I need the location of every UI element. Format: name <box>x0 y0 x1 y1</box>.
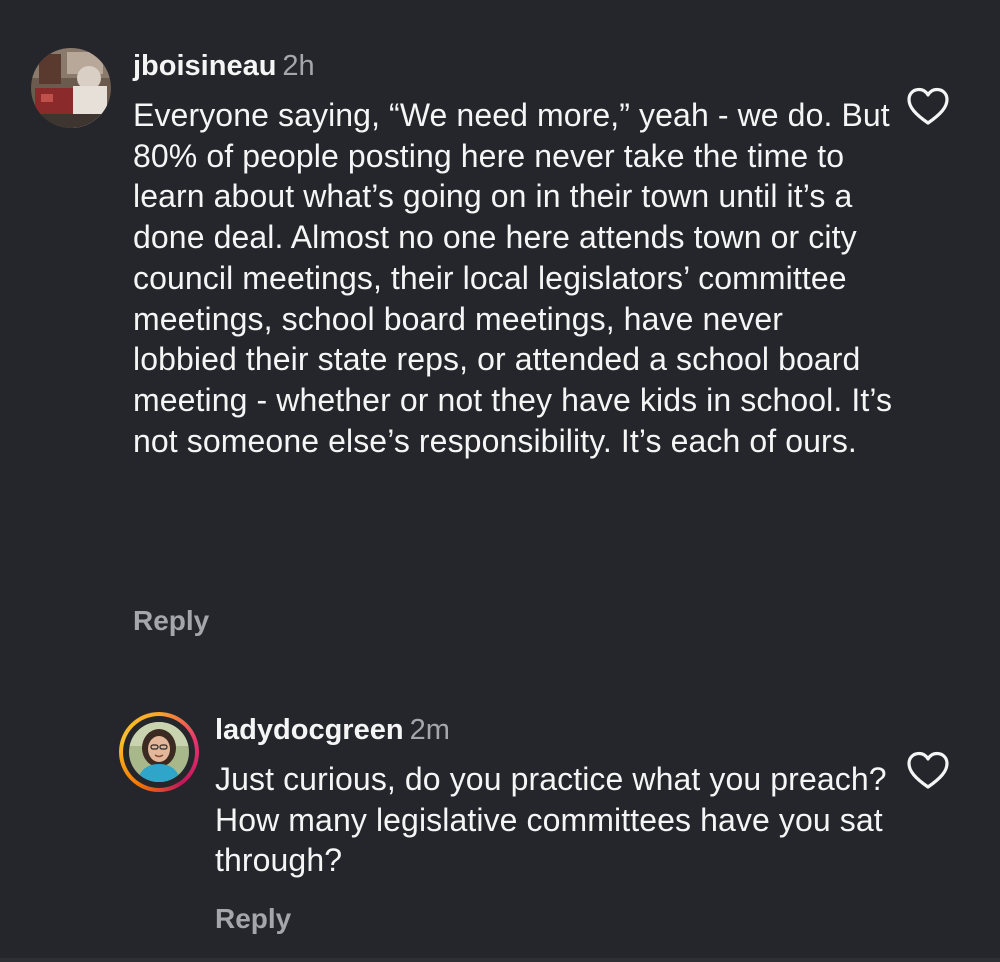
divider <box>0 958 1000 962</box>
avatar-photo <box>31 48 111 128</box>
avatar-photo <box>129 722 189 782</box>
avatar[interactable] <box>129 722 189 782</box>
comment-text: Just curious, do you practice what you p… <box>215 761 887 879</box>
avatar[interactable] <box>31 48 111 128</box>
comment-header: ladydocgreen 2m <box>215 713 450 747</box>
heart-outline-icon[interactable] <box>907 87 949 127</box>
comment-text: Everyone saying, “We need more,” yeah - … <box>133 97 893 459</box>
username[interactable]: jboisineau <box>133 50 276 82</box>
heart-outline-icon[interactable] <box>907 751 949 791</box>
timestamp: 2h <box>282 50 315 82</box>
comment-header: jboisineau 2h <box>133 49 315 83</box>
username[interactable]: ladydocgreen <box>215 714 404 746</box>
reply-button[interactable]: Reply <box>133 604 209 638</box>
timestamp: 2m <box>409 714 450 746</box>
reply-button[interactable]: Reply <box>215 902 291 936</box>
